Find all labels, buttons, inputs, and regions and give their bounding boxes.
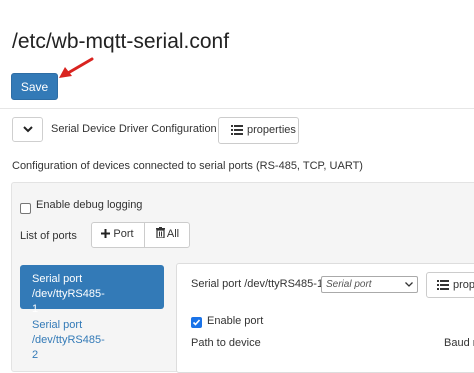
path-to-device-label: Path to device — [191, 337, 261, 349]
config-description: Configuration of devices connected to se… — [12, 160, 363, 172]
port-tab-ttyRS485-1[interactable]: Serial port /dev/ttyRS485- 1 — [20, 265, 164, 315]
collapse-toggle-button[interactable] — [12, 117, 43, 142]
enable-port-label: Enable port — [207, 315, 264, 327]
add-port-button[interactable]: Port — [91, 222, 144, 248]
port-tab-line1: Serial port /dev/ttyRS485- — [32, 319, 105, 346]
driver-config-label: Serial Device Driver Configuration — [51, 123, 217, 135]
port-properties-button[interactable]: prope — [426, 272, 474, 298]
debug-logging-label: Enable debug logging — [36, 199, 143, 211]
baud-rate-label: Baud r — [444, 337, 474, 349]
properties-label: properties — [247, 124, 296, 136]
chevron-down-icon — [405, 282, 413, 287]
list-of-ports-label: List of ports — [20, 230, 77, 242]
chevron-down-icon — [23, 126, 33, 133]
port-tab-line2: 2 — [32, 349, 39, 361]
all-label: All — [166, 228, 180, 240]
red-arrow-icon — [59, 57, 94, 78]
port-tab-line2: 1 — [32, 303, 39, 315]
check-icon — [192, 319, 201, 326]
list-icon — [437, 280, 449, 291]
add-port-label: Port — [113, 228, 134, 240]
save-button[interactable]: Save — [11, 73, 58, 100]
page-title: /etc/wb-mqtt-serial.conf — [12, 30, 230, 53]
properties-button[interactable]: properties — [218, 117, 299, 144]
list-icon — [231, 125, 243, 136]
port-properties-label: prope — [453, 279, 474, 291]
port-tab-ttyRS485-2[interactable]: Serial port /dev/ttyRS485- 2 — [20, 316, 164, 361]
port-type-value: Serial port — [326, 279, 372, 290]
enable-port-checkbox[interactable] — [191, 317, 202, 328]
all-ports-button[interactable]: All — [145, 222, 190, 248]
port-title: Serial port /dev/ttyRS485-1 — [191, 278, 324, 290]
port-type-select[interactable]: Serial port — [321, 276, 418, 293]
trash-icon — [155, 227, 165, 239]
port-tab-line1: Serial port /dev/ttyRS485- — [32, 273, 105, 300]
debug-logging-checkbox[interactable] — [20, 203, 31, 214]
divider — [0, 108, 474, 109]
plus-icon — [101, 229, 111, 238]
